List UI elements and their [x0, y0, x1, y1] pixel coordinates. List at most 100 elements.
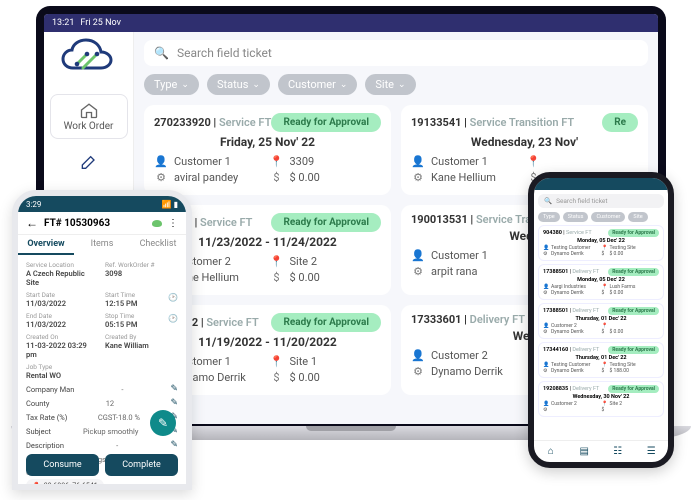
label: Ref. WorkOrder #	[105, 261, 178, 269]
tabs: Overview Items Checklist	[18, 235, 186, 255]
search-icon: 🔍	[154, 46, 169, 60]
label: Created By	[105, 333, 178, 341]
ticket-card[interactable]: 270233920 | Service FTReady for Approval…	[144, 105, 391, 195]
location-chip[interactable]: 📍30.6986, 76.6541	[26, 479, 104, 490]
search-input[interactable]: 🔍Search field ticket	[538, 194, 664, 208]
chevron-down-icon: ⌄	[252, 80, 260, 90]
dollar-icon: $	[270, 271, 284, 284]
edit-icon[interactable]: ✎	[170, 440, 178, 450]
phone-left: 3:29 📶 ▮ ← FT# 10530963 ⋮ Overview Items…	[12, 190, 192, 490]
value: 11/03/2022	[26, 299, 99, 308]
menubar-time: 13:21	[52, 18, 74, 28]
value: 11/03/2022	[26, 320, 99, 329]
status-badge: Ready for Approval	[271, 113, 381, 132]
search-placeholder: Search field ticket	[177, 46, 272, 60]
ticket-card[interactable]: 17388501 | Delivery FTReady for Approval…	[538, 264, 664, 300]
card-date: Wednesday, 23 Nov'	[411, 135, 638, 149]
card-date: Friday, 25 Nov' 22	[154, 135, 381, 149]
chevron-down-icon: ⌄	[340, 80, 348, 90]
pin-icon: 📍	[270, 355, 284, 368]
status-badge: Ready for Approval	[608, 385, 659, 393]
pin-icon: 📍	[270, 255, 284, 268]
tab-items[interactable]: Items	[74, 235, 130, 255]
search-icon: 🔍	[544, 197, 552, 205]
search-input[interactable]: 🔍 Search field ticket	[144, 40, 648, 66]
bottom-nav: ⌂ ▤ ☷ ☰	[534, 440, 668, 462]
user-icon: 👤	[411, 249, 425, 262]
complete-button[interactable]: Complete	[105, 454, 178, 476]
filter-chips: Type⌄ Status⌄ Customer⌄ Site⌄	[144, 74, 648, 95]
chip-site[interactable]: Site	[628, 212, 647, 222]
label: End Date	[26, 312, 99, 320]
more-icon[interactable]: ⋮	[168, 218, 178, 229]
nav-cal-icon[interactable]: ☷	[612, 446, 624, 458]
home-icon	[79, 101, 99, 119]
sidebar-item-2[interactable]	[50, 145, 128, 175]
label: Start Date	[26, 291, 99, 299]
label: Job Type	[26, 363, 99, 371]
chip-type[interactable]: Type⌄	[144, 74, 199, 95]
edit-icon[interactable]: ✎	[170, 398, 178, 408]
user-icon: 👤	[411, 349, 425, 362]
consume-button[interactable]: Consume	[26, 454, 99, 476]
clock-icon[interactable]: 🕑	[168, 293, 178, 302]
dollar-icon: $	[270, 171, 284, 184]
status-badge: Ready for Approval	[271, 313, 381, 332]
sidebar-item-workorder[interactable]: Work Order	[50, 94, 128, 139]
pin-icon: 📍	[527, 155, 541, 168]
pin-icon: 📍	[270, 155, 284, 168]
pen-icon	[79, 151, 99, 169]
dollar-icon: $	[270, 371, 284, 384]
ticket-card[interactable]: 19208835 | Delivery FTReady for Approval…	[538, 381, 664, 417]
status-badge: Ready for Approval	[608, 229, 659, 237]
gear-icon: ⚙	[411, 171, 425, 184]
mac-menubar: 13:21 Fri 25 Nov	[44, 14, 658, 32]
nav-ticket-icon[interactable]: ▤	[578, 446, 590, 458]
status-badge: Ready for Approval	[608, 268, 659, 276]
gear-icon: ⚙	[411, 365, 425, 378]
back-button[interactable]: ←	[26, 216, 38, 230]
menubar-date: Fri 25 Nov	[80, 18, 121, 28]
status-badge: Ready for Approval	[608, 346, 659, 354]
gear-icon: ⚙	[154, 171, 168, 184]
status-badge: Ready for Approval	[608, 307, 659, 315]
edit-icon[interactable]: ✎	[170, 384, 178, 394]
detail-row: Description-✎	[26, 438, 178, 452]
nav-home-icon[interactable]: ⌂	[545, 446, 557, 458]
status-badge: Ready for Approval	[271, 213, 381, 232]
chip-type[interactable]: Type	[538, 212, 560, 222]
clock-icon[interactable]: 🕑	[168, 314, 178, 323]
value: 3098	[105, 269, 178, 278]
value: 11-03-2022 03:29 pm	[26, 341, 99, 359]
tab-overview[interactable]: Overview	[18, 235, 74, 255]
chip-customer[interactable]: Customer	[591, 212, 625, 222]
signal-icon: 📶 ▮	[162, 200, 178, 209]
ticket-card[interactable]: 17388501 | Delivery FTReady for Approval…	[538, 303, 664, 339]
gear-icon: ⚙	[411, 265, 425, 278]
tab-checklist[interactable]: Checklist	[130, 235, 186, 255]
chip-status[interactable]: Status	[563, 212, 589, 222]
app-logo	[59, 36, 119, 88]
value: Kane William	[105, 341, 178, 350]
sidebar-item-label: Work Order	[64, 121, 114, 132]
chevron-down-icon: ⌄	[181, 80, 189, 90]
label: Service Location	[26, 261, 99, 269]
value: A Czech Republic Site	[26, 269, 99, 287]
sync-icon	[152, 220, 162, 227]
fab-button[interactable]: ✎	[150, 410, 176, 436]
page-title: FT# 10530963	[44, 218, 146, 229]
status-badge: Re	[602, 113, 638, 132]
label: Created On	[26, 333, 99, 341]
phone-right: 🔍Search field ticket Type Status Custome…	[528, 172, 674, 468]
detail-row: County12✎	[26, 396, 178, 410]
user-icon: 👤	[154, 155, 168, 168]
chip-status[interactable]: Status⌄	[207, 74, 270, 95]
chip-site[interactable]: Site⌄	[365, 74, 415, 95]
nav-user-icon[interactable]: ☰	[645, 446, 657, 458]
ticket-card[interactable]: 904380 | Service FTReady for Approval Mo…	[538, 225, 664, 261]
chip-customer[interactable]: Customer⌄	[278, 74, 357, 95]
pin-icon: 📍	[32, 482, 41, 490]
ticket-card[interactable]: 17344160 | Delivery FTReady for Approval…	[538, 342, 664, 378]
user-icon: 👤	[411, 155, 425, 168]
phone-statusbar	[534, 178, 668, 190]
